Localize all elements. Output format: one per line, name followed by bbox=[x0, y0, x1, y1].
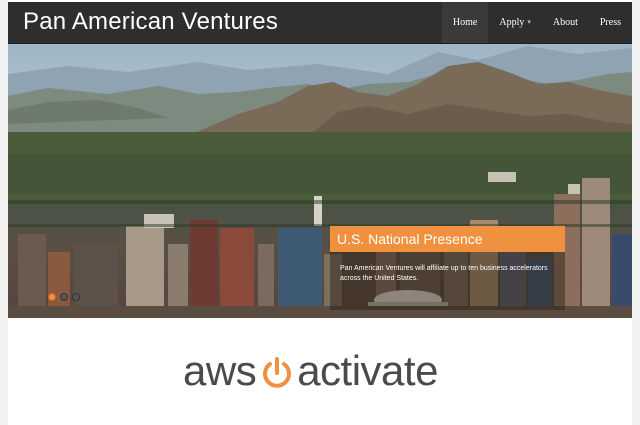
nav-apply[interactable]: Apply ▾ bbox=[488, 2, 542, 43]
carousel-dot-1[interactable] bbox=[48, 293, 56, 301]
chevron-down-icon: ▾ bbox=[527, 18, 531, 26]
page: Pan American Ventures Home Apply ▾ About … bbox=[8, 0, 632, 425]
carousel-indicators bbox=[48, 293, 80, 301]
aws-activate-logo[interactable]: aws activate bbox=[183, 346, 438, 396]
nav-home[interactable]: Home bbox=[441, 2, 489, 43]
brand-title[interactable]: Pan American Ventures bbox=[23, 8, 278, 36]
power-icon bbox=[263, 357, 292, 388]
carousel-dot-3[interactable] bbox=[72, 293, 80, 301]
caption-title: U.S. National Presence bbox=[330, 226, 565, 252]
nav-about[interactable]: About bbox=[542, 2, 589, 43]
nav-press[interactable]: Press bbox=[589, 2, 632, 43]
nav-apply-label: Apply bbox=[499, 17, 525, 28]
navbar: Pan American Ventures Home Apply ▾ About … bbox=[8, 2, 632, 44]
slide-caption: U.S. National Presence Pan American Vent… bbox=[330, 226, 565, 310]
partner-logo-section: aws activate bbox=[8, 318, 632, 425]
hero-carousel: U.S. National Presence Pan American Vent… bbox=[8, 44, 632, 318]
carousel-dot-2[interactable] bbox=[60, 293, 68, 301]
caption-body: Pan American Ventures will affiliate up … bbox=[330, 252, 565, 310]
activate-text: activate bbox=[297, 347, 438, 394]
main-nav: Home Apply ▾ About Press bbox=[441, 2, 632, 43]
aws-text: aws bbox=[183, 347, 257, 394]
